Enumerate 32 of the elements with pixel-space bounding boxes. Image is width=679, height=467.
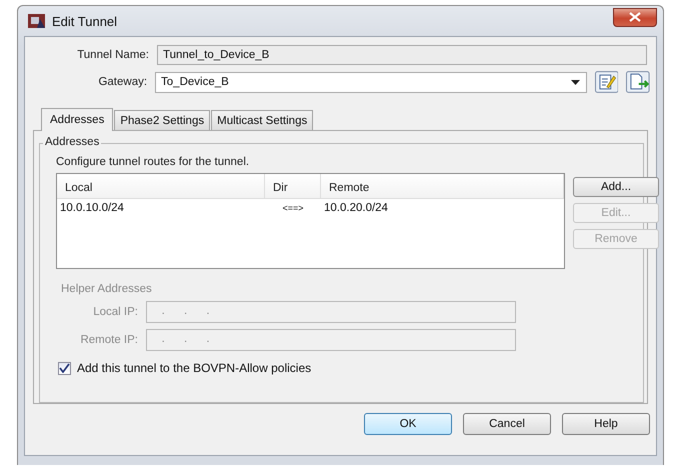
dialog-button[interactable]: Help bbox=[562, 413, 650, 435]
field-label: Gateway: bbox=[97, 76, 148, 88]
column-header[interactable]: Remote bbox=[321, 174, 564, 198]
field-label: Remote IP: bbox=[79, 334, 139, 346]
dropdown-arrow-icon bbox=[570, 80, 580, 84]
side-button[interactable]: Add... bbox=[573, 177, 659, 197]
tab[interactable]: Multicast Settings bbox=[211, 110, 314, 130]
dialog-button[interactable]: OK bbox=[364, 413, 452, 435]
tab[interactable]: Phase2 Settings bbox=[114, 110, 210, 130]
close-icon bbox=[629, 12, 641, 22]
dialog-button[interactable]: Cancel bbox=[463, 413, 551, 435]
field-label: Tunnel Name: bbox=[76, 49, 150, 61]
description-text: Configure tunnel routes for the tunnel. bbox=[56, 156, 250, 168]
app-icon bbox=[28, 13, 46, 29]
gateway-dropdown[interactable]: To_Device_B bbox=[155, 72, 587, 92]
new-document-icon[interactable] bbox=[626, 71, 650, 93]
table-cell-text: <==> bbox=[281, 203, 305, 213]
field-label: Local IP: bbox=[92, 306, 139, 318]
name-field[interactable]: Tunnel_to_Device_B bbox=[157, 45, 647, 65]
window-title: Edit Tunnel bbox=[52, 14, 118, 28]
group-title: Addresses bbox=[43, 136, 102, 148]
column-header[interactable]: Local bbox=[57, 174, 265, 198]
checkbox[interactable] bbox=[58, 362, 71, 374]
table-cell-text: 10.0.20.0/24 bbox=[323, 202, 389, 214]
checkbox-label: Add this tunnel to the BOVPN-Allow policies bbox=[77, 361, 312, 375]
table-cell-text: 10.0.10.0/24 bbox=[59, 202, 125, 214]
tab[interactable]: Addresses bbox=[41, 108, 114, 131]
close-button[interactable] bbox=[613, 8, 657, 26]
section-title: Helper Addresses bbox=[60, 283, 153, 295]
check-icon bbox=[59, 363, 70, 373]
edit-document-icon[interactable] bbox=[594, 71, 618, 93]
column-header[interactable]: Dir bbox=[265, 174, 321, 198]
